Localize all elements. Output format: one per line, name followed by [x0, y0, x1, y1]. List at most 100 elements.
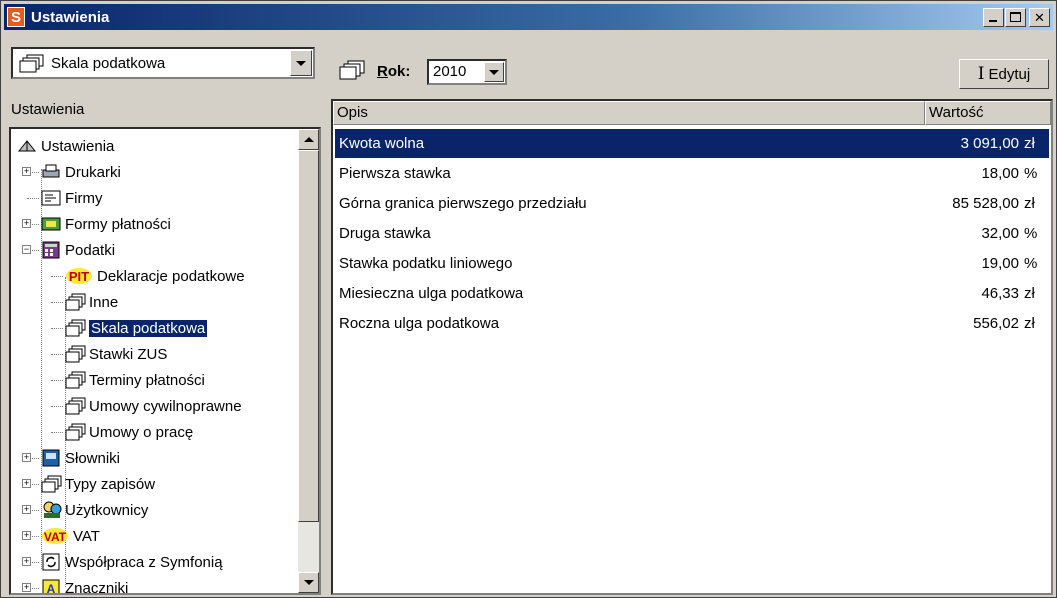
- tree-item-label: Drukarki: [65, 163, 121, 181]
- folder-stack-icon: [65, 423, 86, 441]
- tree-item[interactable]: Formy płatności: [41, 211, 171, 237]
- scroll-down-button[interactable]: [298, 572, 319, 593]
- expand-toggle[interactable]: +: [22, 557, 31, 566]
- tree-item-label: Inne: [89, 293, 119, 311]
- grid-row[interactable]: Górna granica pierwszego przedziału 85 52…: [335, 189, 1049, 218]
- expand-toggle[interactable]: +: [22, 479, 31, 488]
- row-value: 18,00: [981, 165, 1019, 182]
- grid-row[interactable]: Miesieczna ulga podatkowa 46,33 zł: [335, 279, 1049, 308]
- row-description: Miesieczna ulga podatkowa: [339, 285, 524, 302]
- row-value: 556,02: [973, 315, 1019, 332]
- panel-splitter[interactable]: [323, 43, 327, 595]
- tree-item-label: Deklaracje podatkowe: [97, 267, 245, 285]
- tree-connector: [51, 380, 63, 381]
- chevron-up-icon: [303, 137, 314, 142]
- tree-item-label: Współpraca z Symfonią: [65, 553, 223, 571]
- row-description: Druga stawka: [339, 225, 431, 242]
- close-icon: ✕: [1034, 10, 1045, 25]
- tree-header: Ustawienia: [11, 101, 85, 118]
- year-label-accesskey: R: [377, 63, 388, 80]
- chevron-down-icon: [296, 60, 306, 66]
- expand-toggle[interactable]: +: [22, 531, 31, 540]
- grid-row[interactable]: Kwota wolna 3 091,00 zł: [334, 128, 1050, 159]
- marker-icon: A: [41, 579, 61, 593]
- tree-item[interactable]: Umowy cywilnoprawne: [65, 393, 242, 419]
- row-value: 85 528,00: [952, 195, 1019, 212]
- tree-item-label: Terminy płatności: [89, 371, 205, 389]
- grid-row[interactable]: Druga stawka 32,00%: [335, 219, 1049, 248]
- left-panel: Skala podatkowa Ustawienia A Znaczniki Wsp…: [9, 43, 321, 595]
- tree-connector: [51, 328, 63, 329]
- tree-item[interactable]: Umowy o pracę: [65, 419, 193, 445]
- year-combo[interactable]: 2010: [427, 59, 507, 85]
- tree-item[interactable]: Użytkownicy: [41, 497, 148, 523]
- row-unit: %: [1024, 225, 1038, 242]
- tree-scrollbar[interactable]: [298, 129, 319, 593]
- tree-item[interactable]: Podatki: [41, 237, 115, 263]
- title-bar[interactable]: S Ustawienia ✕: [4, 4, 1053, 30]
- tree-connector: [51, 406, 63, 407]
- svg-text:PIT: PIT: [69, 269, 89, 284]
- folder-stack-icon: [65, 371, 86, 389]
- expand-toggle[interactable]: +: [22, 505, 31, 514]
- row-unit: zł: [1024, 285, 1035, 302]
- column-header-value[interactable]: Wartość: [925, 101, 1051, 125]
- settings-category-combo[interactable]: Skala podatkowa: [11, 47, 315, 79]
- tree-item-label: VAT: [73, 527, 100, 545]
- tree-item[interactable]: Ustawienia: [17, 133, 114, 159]
- column-header-description[interactable]: Opis: [333, 101, 925, 125]
- minimize-button[interactable]: [983, 8, 1004, 27]
- tree-item[interactable]: Skala podatkowa: [65, 315, 209, 341]
- expand-toggle[interactable]: +: [22, 583, 31, 592]
- calculator-icon: [41, 241, 61, 259]
- maximize-button[interactable]: [1005, 8, 1026, 27]
- row-unit: zł: [1024, 135, 1035, 152]
- sync-icon: [41, 553, 61, 571]
- settings-grid[interactable]: Opis Wartość Kwota wolna 3 091,00 zł Pierws…: [331, 99, 1053, 595]
- tree-item[interactable]: Współpraca z Symfonią: [41, 549, 223, 575]
- year-dropdown-button[interactable]: [484, 62, 504, 82]
- tree-item[interactable]: Słowniki: [41, 445, 120, 471]
- folder-stack-icon: [19, 53, 47, 73]
- text-cursor-icon: I: [977, 64, 985, 84]
- folder-stack-icon: [65, 293, 86, 311]
- tree-item[interactable]: Firmy: [41, 185, 103, 211]
- users-icon: [41, 501, 62, 519]
- tree-item-label: Ustawienia: [41, 137, 115, 155]
- expand-toggle[interactable]: +: [22, 453, 31, 462]
- tree-connector: [51, 432, 63, 433]
- close-button[interactable]: ✕: [1029, 8, 1050, 27]
- tree-item[interactable]: PIT Deklaracje podatkowe: [65, 263, 245, 289]
- expand-toggle[interactable]: +: [22, 167, 31, 176]
- tree-item[interactable]: A Znaczniki: [41, 575, 128, 593]
- tree-connector: [51, 302, 63, 303]
- folder-stack-icon: [65, 319, 86, 337]
- tree-item[interactable]: Terminy płatności: [65, 367, 205, 393]
- scroll-up-button[interactable]: [298, 129, 319, 150]
- settings-tree[interactable]: A Znaczniki Współpraca z Symfonią VAT VAT Uży…: [9, 127, 321, 595]
- grid-row[interactable]: Roczna ulga podatkowa 556,02 zł: [335, 309, 1049, 338]
- tree-item[interactable]: Inne: [65, 289, 118, 315]
- tree-connector: [51, 276, 63, 277]
- row-unit: zł: [1024, 315, 1035, 332]
- tree-item[interactable]: Stawki ZUS: [65, 341, 167, 367]
- grid-row[interactable]: Stawka podatku liniowego 19,00%: [335, 249, 1049, 278]
- expand-toggle[interactable]: +: [22, 219, 31, 228]
- folder-stack-icon: [41, 475, 62, 493]
- combo-dropdown-button[interactable]: [290, 50, 312, 76]
- tree-item[interactable]: VAT VAT: [41, 523, 100, 549]
- edit-button[interactable]: I Edytuj: [959, 59, 1049, 89]
- app-icon[interactable]: S: [7, 7, 25, 27]
- scroll-thumb[interactable]: [298, 150, 319, 522]
- combo-value: Skala podatkowa: [51, 54, 166, 72]
- row-unit: %: [1024, 255, 1038, 272]
- folder-stack-icon: [339, 59, 367, 81]
- tree-connector: [27, 198, 39, 199]
- grid-row[interactable]: Pierwsza stawka 18,00%: [335, 159, 1049, 188]
- vat-icon: VAT: [41, 527, 69, 545]
- collapse-toggle[interactable]: −: [22, 245, 31, 254]
- tree-item-label: Umowy cywilnoprawne: [89, 397, 242, 415]
- row-description: Kwota wolna: [339, 135, 425, 152]
- tree-item[interactable]: Typy zapisów: [41, 471, 155, 497]
- tree-item[interactable]: Drukarki: [41, 159, 121, 185]
